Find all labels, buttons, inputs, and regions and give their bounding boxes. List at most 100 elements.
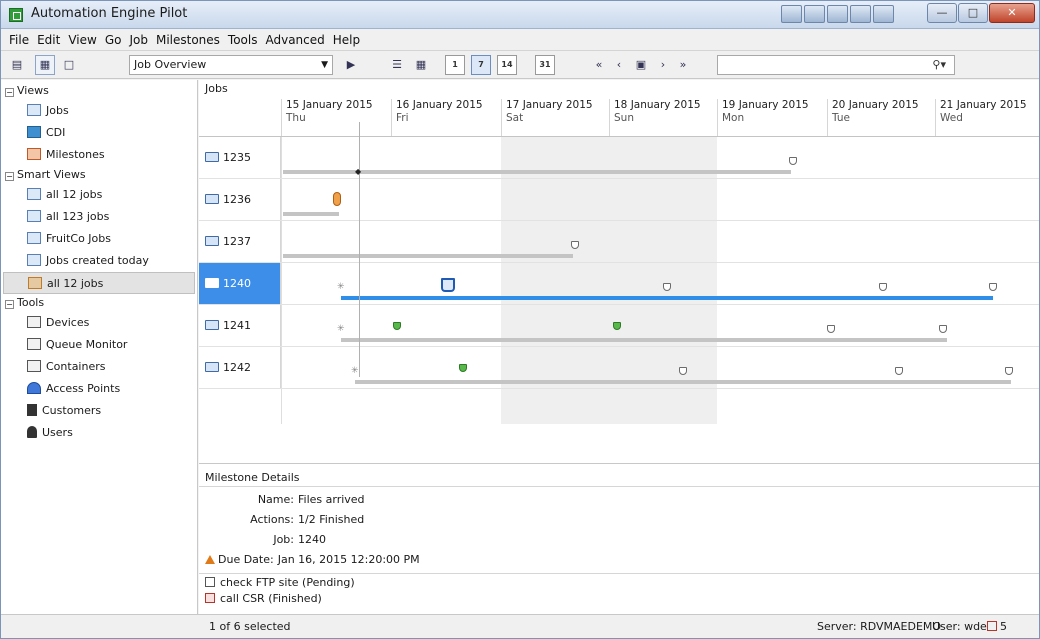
milestone-marker[interactable] — [879, 283, 887, 291]
jump-end-icon[interactable]: » — [673, 55, 693, 75]
sidebar-item-fruitco-jobs[interactable]: FruitCo Jobs — [1, 228, 197, 250]
collapse-icon[interactable]: − — [5, 300, 14, 309]
panel-icon[interactable]: □ — [59, 55, 79, 75]
menu-edit[interactable]: Edit — [33, 29, 64, 50]
maximize-button[interactable]: □ — [958, 3, 988, 23]
day-view-icon[interactable]: 1 — [445, 55, 465, 75]
two-week-view-icon[interactable]: 14 — [497, 55, 517, 75]
milestone-marker[interactable] — [895, 367, 903, 375]
job-duration-bar[interactable] — [355, 380, 1011, 384]
sidebar-item-queue-monitor[interactable]: Queue Monitor — [1, 334, 197, 356]
search-box[interactable]: ⚲▾ — [717, 55, 955, 75]
sidebar-item-jobs-created-today[interactable]: Jobs created today — [1, 250, 197, 272]
job-duration-bar[interactable] — [341, 338, 947, 342]
menu-advanced[interactable]: Advanced — [261, 29, 328, 50]
job-row[interactable]: 1242 ✳ — [199, 347, 1039, 389]
new-folder-icon[interactable]: ▶ — [341, 55, 361, 75]
milestone-marker[interactable] — [789, 157, 797, 165]
job-row-selected[interactable]: 1240 ✳ — [199, 263, 1039, 305]
menu-view[interactable]: View — [64, 29, 100, 50]
sidebar-item-all-12-jobs-milestones[interactable]: all 12 jobs — [3, 272, 195, 294]
minimize-button[interactable]: — — [927, 3, 957, 23]
finished-milestone-marker[interactable] — [459, 364, 467, 372]
jobs-view-icon — [27, 232, 41, 244]
collapse-icon[interactable]: − — [5, 172, 14, 181]
sidebar-item-access-points[interactable]: Access Points — [1, 378, 197, 400]
date-column-header[interactable]: 15 January 2015 Thu — [281, 99, 391, 136]
title-tool-button-3[interactable] — [827, 5, 848, 23]
date-column-header[interactable]: 20 January 2015 Tue — [827, 99, 935, 136]
jump-start-icon[interactable]: « — [589, 55, 609, 75]
job-row[interactable]: 1241 ✳ — [199, 305, 1039, 347]
sidebar-item-containers[interactable]: Containers — [1, 356, 197, 378]
menu-help[interactable]: Help — [329, 29, 364, 50]
job-duration-bar[interactable] — [283, 212, 339, 216]
sidebar-item-milestones[interactable]: Milestones — [1, 144, 197, 166]
collapse-icon[interactable]: − — [5, 88, 14, 97]
milestone-marker[interactable] — [571, 241, 579, 249]
milestone-marker[interactable] — [663, 283, 671, 291]
job-duration-bar[interactable] — [341, 296, 993, 300]
sidebar-item-all-12-jobs[interactable]: all 12 jobs — [1, 184, 197, 206]
sidebar-item-jobs[interactable]: Jobs — [1, 100, 197, 122]
sidebar-item-all-123-jobs[interactable]: all 123 jobs — [1, 206, 197, 228]
view-selector[interactable]: Job Overview ▼ — [129, 55, 333, 75]
search-icon[interactable]: ⚲▾ — [932, 58, 946, 71]
menu-go[interactable]: Go — [101, 29, 126, 50]
milestone-marker[interactable] — [679, 367, 687, 375]
job-duration-bar[interactable] — [283, 254, 573, 258]
milestone-marker[interactable] — [989, 283, 997, 291]
list-view-icon[interactable]: ☰ — [387, 55, 407, 75]
date-column-header[interactable]: 16 January 2015 Fri — [391, 99, 501, 136]
action-item[interactable]: call CSR (Finished) — [205, 592, 322, 606]
menu-job[interactable]: Job — [125, 29, 152, 50]
task-count[interactable]: 5 — [987, 615, 1007, 639]
job-label[interactable]: 1240 — [199, 263, 281, 304]
close-button[interactable]: ✕ — [989, 3, 1035, 23]
job-label[interactable]: 1235 — [199, 137, 281, 178]
date-column-header[interactable]: 17 January 2015 Sat — [501, 99, 609, 136]
today-icon[interactable]: ▣ — [631, 55, 651, 75]
tree-group-tools[interactable]: − Tools — [1, 294, 197, 312]
menu-file[interactable]: File — [5, 29, 33, 50]
milestone-marker[interactable] — [939, 325, 947, 333]
title-tool-button-2[interactable] — [804, 5, 825, 23]
sidebar-item-cdi[interactable]: CDI — [1, 122, 197, 144]
job-label[interactable]: 1242 — [199, 347, 281, 388]
milestone-marker[interactable] — [827, 325, 835, 333]
title-tool-button-1[interactable] — [781, 5, 802, 23]
sidebar-item-customers[interactable]: Customers — [1, 400, 197, 422]
search-input[interactable] — [718, 56, 918, 74]
selected-milestone-marker[interactable] — [441, 278, 455, 292]
date-column-header[interactable]: 19 January 2015 Mon — [717, 99, 827, 136]
grid-view-icon[interactable]: ▦ — [35, 55, 55, 75]
date-column-header[interactable]: 21 January 2015 Wed — [935, 99, 1039, 136]
job-label[interactable]: 1241 — [199, 305, 281, 346]
previous-icon[interactable]: ‹ — [609, 55, 629, 75]
job-label[interactable]: 1236 — [199, 179, 281, 220]
title-tool-button-5[interactable] — [873, 5, 894, 23]
table-view-icon[interactable]: ▦ — [411, 55, 431, 75]
late-milestone-marker[interactable] — [333, 192, 341, 206]
menu-milestones[interactable]: Milestones — [152, 29, 224, 50]
next-icon[interactable]: › — [653, 55, 673, 75]
menu-tools[interactable]: Tools — [224, 29, 262, 50]
finished-milestone-marker[interactable] — [393, 322, 401, 330]
title-tool-button-4[interactable] — [850, 5, 871, 23]
milestone-marker[interactable] — [1005, 367, 1013, 375]
tree-group-views[interactable]: − Views — [1, 82, 197, 100]
job-row[interactable]: 1236 — [199, 179, 1039, 221]
job-row[interactable]: 1235 — [199, 137, 1039, 179]
action-item[interactable]: check FTP site (Pending) — [205, 576, 355, 590]
tree-group-smart-views[interactable]: − Smart Views — [1, 166, 197, 184]
job-row[interactable]: 1237 — [199, 221, 1039, 263]
week-view-icon[interactable]: 7 — [471, 55, 491, 75]
sidebar-item-users[interactable]: Users — [1, 422, 197, 444]
date-column-header[interactable]: 18 January 2015 Sun — [609, 99, 717, 136]
start-marker: ✳ — [351, 366, 359, 376]
sidebar-item-devices[interactable]: Devices — [1, 312, 197, 334]
finished-milestone-marker[interactable] — [613, 322, 621, 330]
month-view-icon[interactable]: 31 — [535, 55, 555, 75]
server-icon[interactable]: ▤ — [7, 55, 27, 75]
job-label[interactable]: 1237 — [199, 221, 281, 262]
